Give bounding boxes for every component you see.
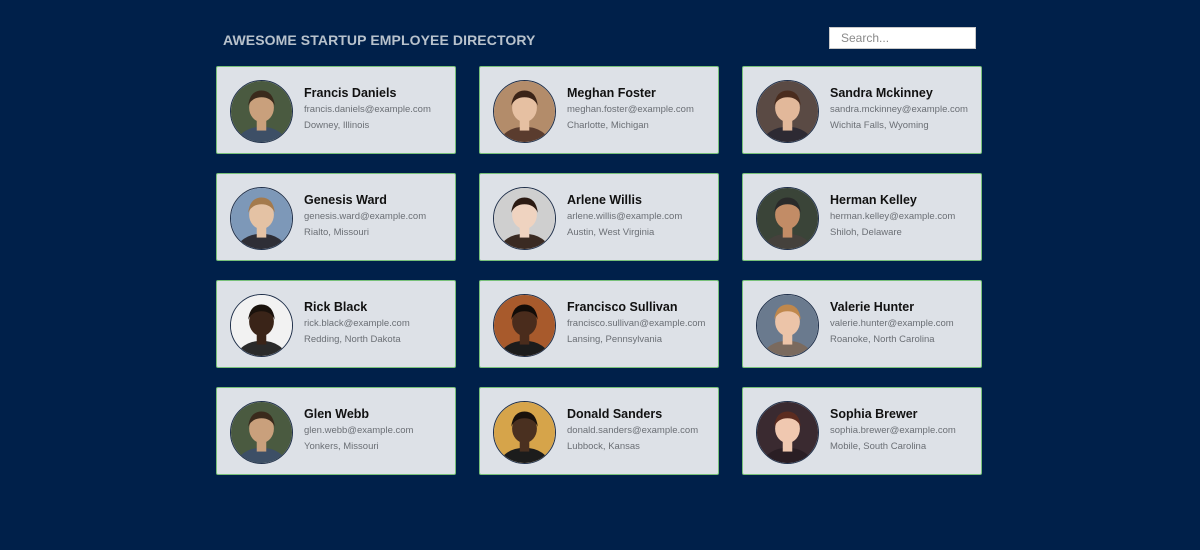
employee-email: sandra.mckinney@example.com xyxy=(830,104,968,115)
employee-info: Valerie Hunter valerie.hunter@example.com… xyxy=(830,300,975,346)
employee-info: Francisco Sullivan francisco.sullivan@exa… xyxy=(567,300,712,346)
employee-info: Francis Daniels francis.daniels@example.c… xyxy=(304,86,449,132)
employee-card[interactable]: Francisco Sullivan francisco.sullivan@exa… xyxy=(479,280,719,368)
employee-location: Lansing, Pennsylvania xyxy=(567,334,663,345)
avatar xyxy=(493,401,556,464)
avatar xyxy=(230,187,293,250)
employee-location: Rialto, Missouri xyxy=(304,227,369,238)
employee-card[interactable]: Francis Daniels francis.daniels@example.c… xyxy=(216,66,456,154)
employee-name: Donald Sanders xyxy=(567,407,663,421)
avatar xyxy=(230,294,293,357)
employee-location: Austin, West Virginia xyxy=(567,227,655,238)
employee-name: Rick Black xyxy=(304,300,368,314)
avatar xyxy=(756,294,819,357)
employee-email: francis.daniels@example.com xyxy=(304,104,431,115)
employee-card[interactable]: Sandra Mckinney sandra.mckinney@example.c… xyxy=(742,66,982,154)
avatar xyxy=(756,401,819,464)
header: AWESOME STARTUP EMPLOYEE DIRECTORY xyxy=(223,27,976,49)
employee-location: Roanoke, North Carolina xyxy=(830,334,935,345)
employee-email: valerie.hunter@example.com xyxy=(830,318,954,329)
avatar xyxy=(230,80,293,143)
employee-name: Meghan Foster xyxy=(567,86,656,100)
employee-info: Sandra Mckinney sandra.mckinney@example.c… xyxy=(830,86,975,132)
employee-info: Genesis Ward genesis.ward@example.com Rial… xyxy=(304,193,449,239)
employee-name: Herman Kelley xyxy=(830,193,917,207)
employee-email: arlene.willis@example.com xyxy=(567,211,683,222)
employee-name: Francisco Sullivan xyxy=(567,300,678,314)
employee-location: Yonkers, Missouri xyxy=(304,441,379,452)
employee-card[interactable]: Herman Kelley herman.kelley@example.com Sh… xyxy=(742,173,982,261)
employee-info: Glen Webb glen.webb@example.com Yonkers, M… xyxy=(304,407,449,453)
avatar xyxy=(493,294,556,357)
employee-card[interactable]: Valerie Hunter valerie.hunter@example.com… xyxy=(742,280,982,368)
employee-info: Rick Black rick.black@example.com Redding,… xyxy=(304,300,449,346)
employee-email: donald.sanders@example.com xyxy=(567,425,699,436)
employee-name: Glen Webb xyxy=(304,407,370,421)
employee-card[interactable]: Glen Webb glen.webb@example.com Yonkers, M… xyxy=(216,387,456,475)
employee-email: sophia.brewer@example.com xyxy=(830,425,956,436)
employee-email: rick.black@example.com xyxy=(304,318,410,329)
employee-grid: Francis Daniels francis.daniels@example.c… xyxy=(216,66,982,475)
employee-card[interactable]: Sophia Brewer sophia.brewer@example.com Mo… xyxy=(742,387,982,475)
employee-location: Mobile, South Carolina xyxy=(830,441,927,452)
employee-info: Donald Sanders donald.sanders@example.com… xyxy=(567,407,712,453)
employee-location: Charlotte, Michigan xyxy=(567,120,649,131)
employee-location: Shiloh, Delaware xyxy=(830,227,902,238)
employee-card[interactable]: Genesis Ward genesis.ward@example.com Rial… xyxy=(216,173,456,261)
avatar xyxy=(493,187,556,250)
employee-info: Meghan Foster meghan.foster@example.com Ch… xyxy=(567,86,712,132)
employee-name: Sophia Brewer xyxy=(830,407,918,421)
employee-name: Genesis Ward xyxy=(304,193,387,207)
employee-location: Redding, North Dakota xyxy=(304,334,401,345)
employee-name: Francis Daniels xyxy=(304,86,397,100)
employee-email: glen.webb@example.com xyxy=(304,425,414,436)
avatar xyxy=(230,401,293,464)
search-input[interactable] xyxy=(829,27,976,49)
employee-card[interactable]: Arlene Willis arlene.willis@example.com Au… xyxy=(479,173,719,261)
employee-card[interactable]: Rick Black rick.black@example.com Redding,… xyxy=(216,280,456,368)
employee-email: meghan.foster@example.com xyxy=(567,104,694,115)
employee-location: Downey, Illinois xyxy=(304,120,370,131)
page-title: AWESOME STARTUP EMPLOYEE DIRECTORY xyxy=(223,32,536,48)
employee-info: Sophia Brewer sophia.brewer@example.com Mo… xyxy=(830,407,975,453)
avatar xyxy=(756,80,819,143)
employee-location: Lubbock, Kansas xyxy=(567,441,640,452)
employee-directory-page: AWESOME STARTUP EMPLOYEE DIRECTORY Franc… xyxy=(0,0,1200,550)
employee-location: Wichita Falls, Wyoming xyxy=(830,120,929,131)
employee-email: genesis.ward@example.com xyxy=(304,211,427,222)
employee-email: herman.kelley@example.com xyxy=(830,211,956,222)
employee-email: francisco.sullivan@example.com xyxy=(567,318,706,329)
avatar xyxy=(493,80,556,143)
employee-name: Valerie Hunter xyxy=(830,300,915,314)
avatar xyxy=(756,187,819,250)
employee-name: Sandra Mckinney xyxy=(830,86,933,100)
employee-info: Herman Kelley herman.kelley@example.com Sh… xyxy=(830,193,975,239)
employee-name: Arlene Willis xyxy=(567,193,642,207)
employee-card[interactable]: Donald Sanders donald.sanders@example.com… xyxy=(479,387,719,475)
employee-card[interactable]: Meghan Foster meghan.foster@example.com Ch… xyxy=(479,66,719,154)
employee-info: Arlene Willis arlene.willis@example.com Au… xyxy=(567,193,712,239)
